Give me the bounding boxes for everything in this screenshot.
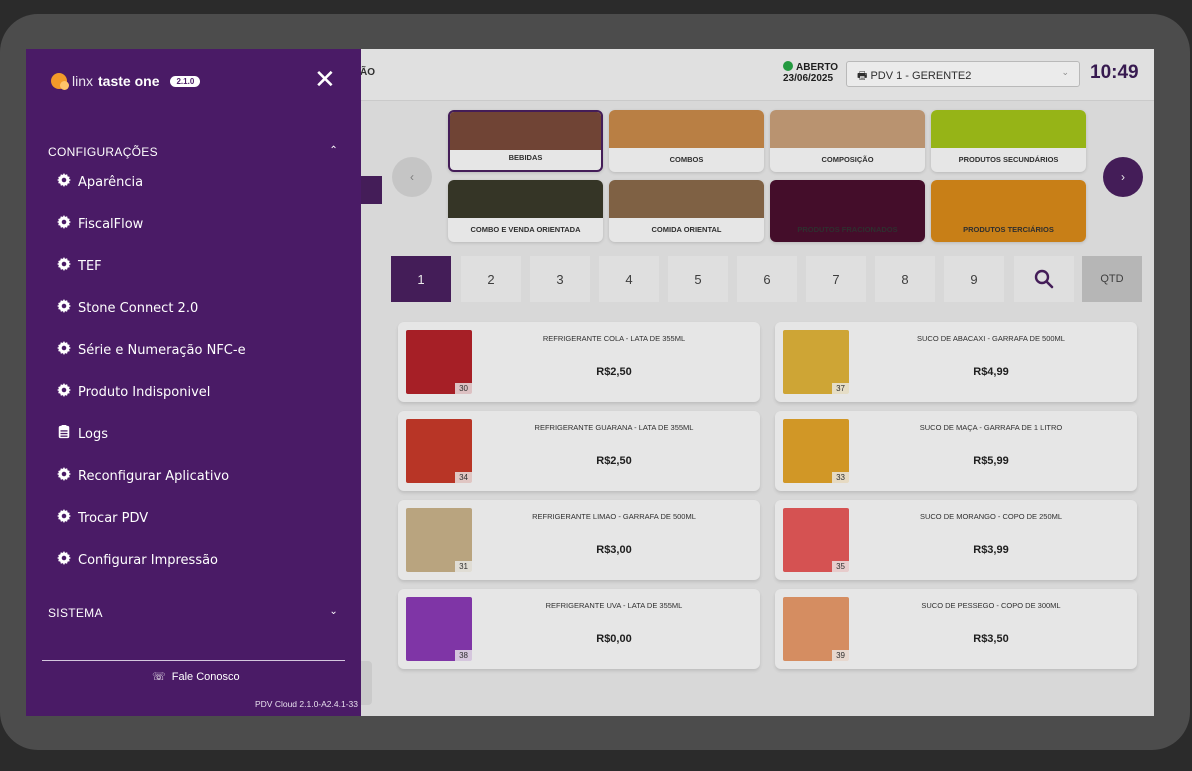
gear-icon (57, 173, 71, 191)
brand-name: taste one (98, 73, 160, 89)
menu-item[interactable]: Aparência (57, 171, 143, 193)
menu-item-label: Trocar PDV (78, 510, 149, 526)
menu-item-label: Reconfigurar Aplicativo (78, 468, 230, 484)
menu-item-label: FiscalFlow (78, 216, 144, 232)
menu-item-label: Produto Indisponivel (78, 384, 211, 400)
headset-icon: ☏ (152, 671, 166, 683)
section-system-header[interactable]: SISTEMA ⌄ (48, 606, 338, 620)
menu-item-label: Logs (78, 426, 108, 442)
menu-item-label: TEF (78, 258, 102, 274)
drawer-divider (42, 660, 345, 661)
gear-icon (57, 383, 71, 401)
list-icon (57, 425, 71, 443)
contact-label: Fale Conosco (171, 670, 240, 683)
menu-item[interactable]: Logs (57, 423, 108, 445)
gear-icon (57, 257, 71, 275)
app-screen: ÃO ABERTO 23/06/2025 🖶 PDV 1 - GERENTE2 … (26, 49, 1154, 716)
brand-prefix: linx (72, 73, 94, 89)
chevron-up-icon: ⌃ (329, 145, 338, 156)
section-config-header[interactable]: CONFIGURAÇÕES ⌃ (48, 145, 338, 159)
menu-item-label: Aparência (78, 174, 144, 190)
menu-item[interactable]: Série e Numeração NFC-e (57, 339, 246, 361)
app-logo: linx taste one 2.1.0 (51, 73, 201, 90)
menu-item[interactable]: FiscalFlow (57, 213, 143, 235)
section-system-label: SISTEMA (48, 606, 103, 620)
gear-icon (57, 509, 71, 527)
build-version: PDV Cloud 2.1.0-A2.4.1-33 (254, 699, 358, 709)
gear-icon (57, 215, 71, 233)
close-icon[interactable]: ✕ (314, 64, 336, 94)
gear-icon (57, 341, 71, 359)
menu-item[interactable]: Stone Connect 2.0 (57, 297, 198, 319)
menu-item-label: Stone Connect 2.0 (78, 300, 199, 316)
menu-item-label: Série e Numeração NFC-e (78, 342, 246, 358)
gear-icon (57, 467, 71, 485)
menu-item[interactable]: Trocar PDV (57, 507, 148, 529)
menu-item[interactable]: Configurar Impressão (57, 549, 218, 571)
menu-item[interactable]: Reconfigurar Aplicativo (57, 465, 229, 487)
contact-link[interactable]: ☏ Fale Conosco (152, 670, 240, 684)
gear-icon (57, 551, 71, 569)
menu-item[interactable]: TEF (57, 255, 102, 277)
menu-item[interactable]: Produto Indisponivel (57, 381, 210, 403)
settings-drawer: linx taste one 2.1.0 ✕ CONFIGURAÇÕES ⌃ A… (26, 49, 361, 716)
version-badge: 2.1.0 (170, 75, 201, 87)
gear-icon (57, 299, 71, 317)
logo-mark-icon (51, 73, 69, 90)
menu-item-label: Configurar Impressão (78, 552, 219, 568)
chevron-down-icon: ⌄ (329, 606, 338, 617)
section-config-label: CONFIGURAÇÕES (48, 145, 158, 159)
